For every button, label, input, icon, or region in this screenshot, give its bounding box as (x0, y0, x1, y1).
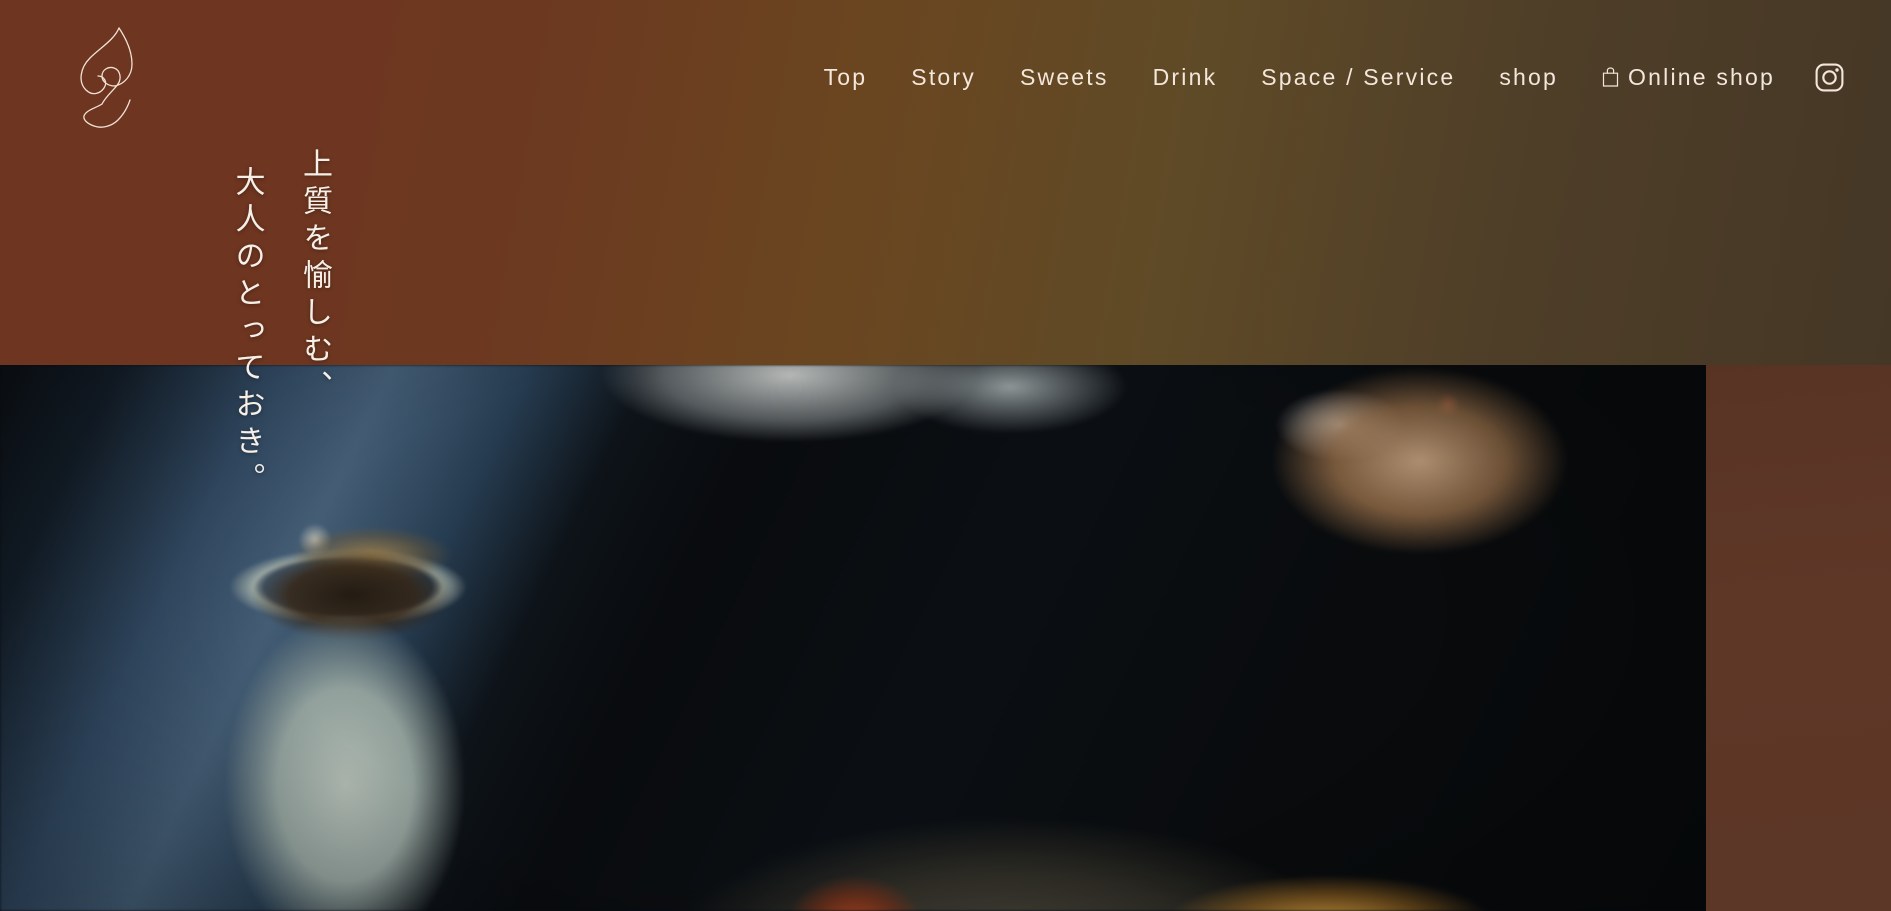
nav-item-instagram[interactable] (1815, 63, 1844, 92)
brand-logo[interactable] (70, 22, 156, 132)
leaf-line-logo-icon (80, 27, 133, 128)
nav-item-space-service[interactable]: Space / Service (1261, 65, 1455, 89)
hero-catchcopy: 上質を愉しむ、 大人のとっておき。 (228, 148, 333, 499)
page-root: Top Story Sweets Drink Space / Service s… (0, 0, 1891, 911)
main-navigation: Top Story Sweets Drink Space / Service s… (824, 57, 1891, 97)
catchcopy-line-2: 大人のとっておき。 (229, 166, 265, 499)
site-header: Top Story Sweets Drink Space / Service s… (0, 0, 1891, 172)
nav-item-top[interactable]: Top (824, 65, 868, 89)
online-shop-label: Online shop (1628, 63, 1775, 90)
shopping-bag-icon (1602, 67, 1619, 87)
nav-item-sweets[interactable]: Sweets (1020, 65, 1109, 89)
catchcopy-line-1: 上質を愉しむ、 (297, 148, 332, 407)
nav-item-story[interactable]: Story (911, 65, 976, 89)
nav-item-online-shop[interactable]: Online shop (1602, 63, 1775, 90)
nav-item-shop[interactable]: shop (1499, 65, 1558, 89)
nav-item-drink[interactable]: Drink (1153, 65, 1218, 89)
instagram-icon (1815, 63, 1844, 92)
